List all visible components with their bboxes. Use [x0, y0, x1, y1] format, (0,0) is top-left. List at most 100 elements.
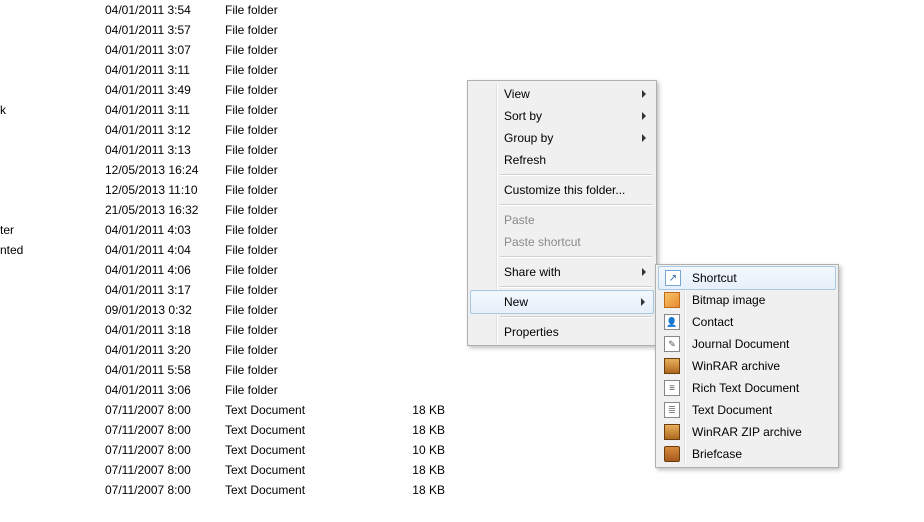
menu-view[interactable]: View — [470, 83, 654, 105]
file-date: 07/11/2007 8:00 — [105, 463, 225, 477]
file-type: File folder — [225, 203, 385, 217]
file-date: 04/01/2011 3:13 — [105, 143, 225, 157]
file-type: File folder — [225, 303, 385, 317]
file-row[interactable]: 04/01/2011 3:57File folder — [0, 20, 924, 40]
menu-new-bitmap[interactable]: Bitmap image — [658, 289, 836, 311]
menu-new-briefcase[interactable]: Briefcase — [658, 443, 836, 465]
file-row[interactable]: 04/01/2011 3:13File folder — [0, 140, 924, 160]
file-row[interactable]: 21/05/2013 16:32File folder — [0, 200, 924, 220]
file-row[interactable]: 04/01/2011 3:49File folder — [0, 80, 924, 100]
menu-new-winrar[interactable]: WinRAR archive — [658, 355, 836, 377]
file-type: File folder — [225, 323, 385, 337]
file-type: Text Document — [225, 483, 385, 497]
menu-new-shortcut[interactable]: Shortcut — [658, 266, 836, 290]
menu-label: Customize this folder... — [504, 183, 625, 197]
menu-label: Paste shortcut — [504, 235, 581, 249]
menu-paste: Paste — [470, 209, 654, 231]
file-row[interactable]: ter04/01/2011 4:03File folder — [0, 220, 924, 240]
file-type: Text Document — [225, 423, 385, 437]
file-name-fragment: nted — [0, 243, 105, 257]
chevron-right-icon — [642, 90, 646, 98]
file-type: File folder — [225, 103, 385, 117]
menu-separator — [500, 174, 652, 176]
file-date: 07/11/2007 8:00 — [105, 403, 225, 417]
contact-icon — [664, 314, 680, 330]
chevron-right-icon — [641, 298, 645, 306]
file-type: File folder — [225, 43, 385, 57]
file-type: File folder — [225, 383, 385, 397]
file-date: 04/01/2011 3:06 — [105, 383, 225, 397]
menu-label: Properties — [504, 325, 559, 339]
menu-separator — [500, 256, 652, 258]
menu-customize-folder[interactable]: Customize this folder... — [470, 179, 654, 201]
context-menu-new: Shortcut Bitmap image Contact Journal Do… — [655, 264, 839, 468]
file-date: 04/01/2011 3:20 — [105, 343, 225, 357]
menu-new-text[interactable]: Text Document — [658, 399, 836, 421]
file-type: File folder — [225, 63, 385, 77]
file-row[interactable]: 12/05/2013 16:24File folder — [0, 160, 924, 180]
richtext-icon — [664, 380, 680, 396]
archive-icon — [664, 358, 680, 374]
menu-new-winrar-zip[interactable]: WinRAR ZIP archive — [658, 421, 836, 443]
file-name-fragment: ter — [0, 223, 105, 237]
menu-sort-by[interactable]: Sort by — [470, 105, 654, 127]
file-size: 18 KB — [385, 483, 445, 497]
file-date: 04/01/2011 4:06 — [105, 263, 225, 277]
menu-new[interactable]: New — [470, 290, 654, 314]
menu-group-by[interactable]: Group by — [470, 127, 654, 149]
bitmap-icon — [664, 292, 680, 308]
file-date: 04/01/2011 5:58 — [105, 363, 225, 377]
file-type: File folder — [225, 283, 385, 297]
file-date: 09/01/2013 0:32 — [105, 303, 225, 317]
menu-separator — [500, 286, 652, 288]
menu-properties[interactable]: Properties — [470, 321, 654, 343]
menu-refresh[interactable]: Refresh — [470, 149, 654, 171]
menu-label: Briefcase — [692, 447, 742, 461]
menu-new-journal[interactable]: Journal Document — [658, 333, 836, 355]
menu-label: Refresh — [504, 153, 546, 167]
menu-separator — [500, 204, 652, 206]
file-type: File folder — [225, 243, 385, 257]
menu-new-richtext[interactable]: Rich Text Document — [658, 377, 836, 399]
file-date: 04/01/2011 3:49 — [105, 83, 225, 97]
shortcut-icon — [665, 270, 681, 286]
text-icon — [664, 402, 680, 418]
chevron-right-icon — [642, 134, 646, 142]
file-type: File folder — [225, 263, 385, 277]
menu-label: Text Document — [692, 403, 772, 417]
menu-new-contact[interactable]: Contact — [658, 311, 836, 333]
menu-label: View — [504, 87, 530, 101]
file-date: 04/01/2011 3:11 — [105, 103, 225, 117]
menu-label: Rich Text Document — [692, 381, 799, 395]
file-row[interactable]: 04/01/2011 3:11File folder — [0, 60, 924, 80]
context-menu-main: View Sort by Group by Refresh Customize … — [467, 80, 657, 346]
file-date: 07/11/2007 8:00 — [105, 443, 225, 457]
file-size: 10 KB — [385, 443, 445, 457]
file-row[interactable]: 12/05/2013 11:10File folder — [0, 180, 924, 200]
file-date: 04/01/2011 3:11 — [105, 63, 225, 77]
file-date: 07/11/2007 8:00 — [105, 483, 225, 497]
file-date: 07/11/2007 8:00 — [105, 423, 225, 437]
menu-label: Shortcut — [692, 271, 737, 285]
file-size: 18 KB — [385, 463, 445, 477]
file-row[interactable]: 04/01/2011 3:54File folder — [0, 0, 924, 20]
file-type: File folder — [225, 363, 385, 377]
file-row[interactable]: 04/01/2011 3:12File folder — [0, 120, 924, 140]
file-row[interactable]: nted04/01/2011 4:04File folder — [0, 240, 924, 260]
file-type: File folder — [225, 183, 385, 197]
menu-share-with[interactable]: Share with — [470, 261, 654, 283]
menu-label: Sort by — [504, 109, 542, 123]
file-row[interactable]: k04/01/2011 3:11File folder — [0, 100, 924, 120]
file-type: Text Document — [225, 443, 385, 457]
file-type: File folder — [225, 123, 385, 137]
menu-label: Bitmap image — [692, 293, 765, 307]
file-date: 04/01/2011 3:12 — [105, 123, 225, 137]
chevron-right-icon — [642, 112, 646, 120]
file-date: 04/01/2011 4:03 — [105, 223, 225, 237]
file-date: 12/05/2013 11:10 — [105, 183, 225, 197]
file-type: Text Document — [225, 403, 385, 417]
file-date: 04/01/2011 3:18 — [105, 323, 225, 337]
file-row[interactable]: 07/11/2007 8:00Text Document18 KB — [0, 480, 924, 500]
file-name-fragment: k — [0, 103, 105, 117]
file-row[interactable]: 04/01/2011 3:07File folder — [0, 40, 924, 60]
